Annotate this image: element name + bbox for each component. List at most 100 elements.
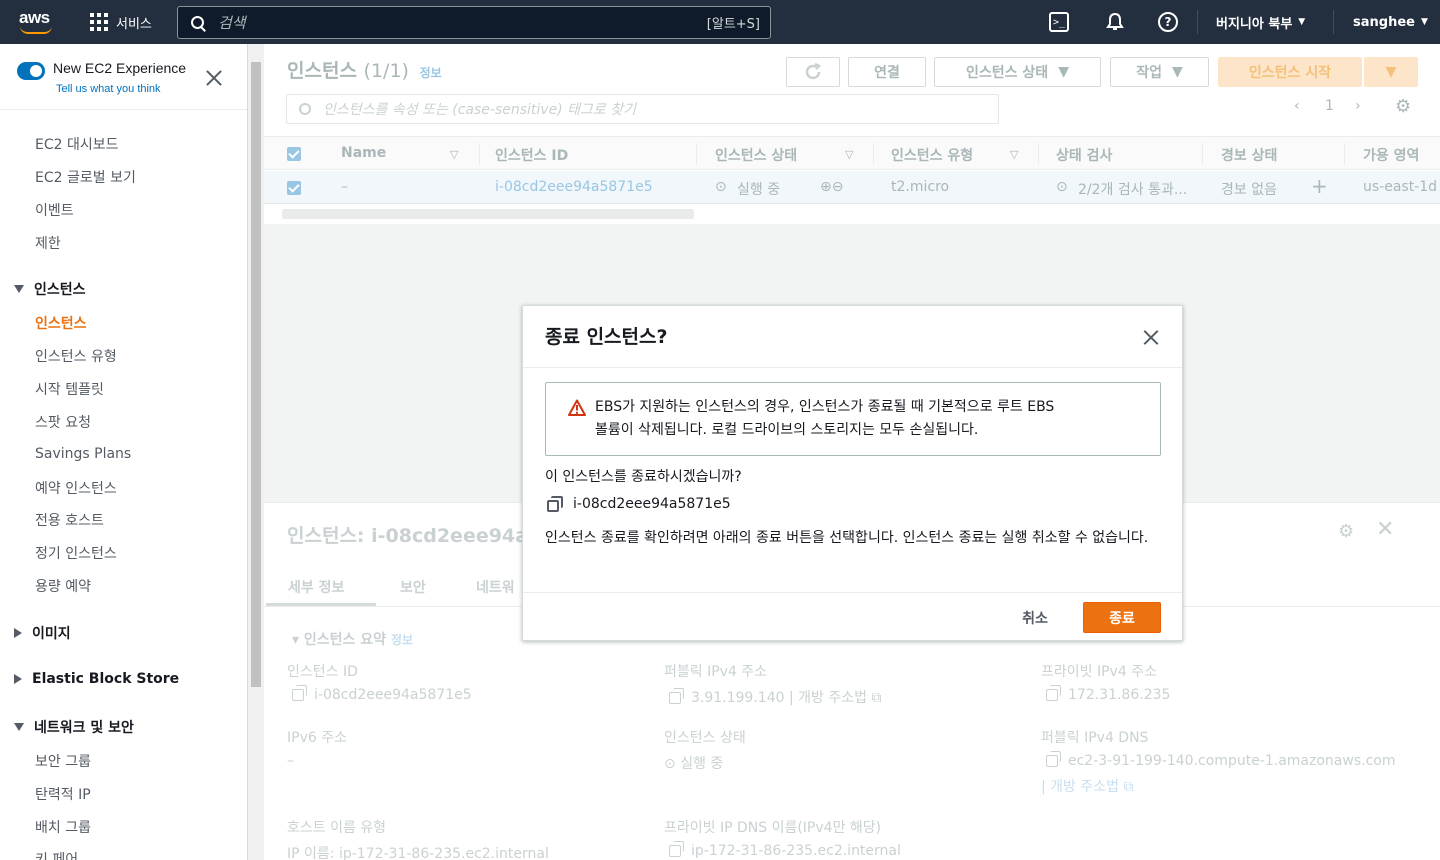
copy-icon[interactable] (669, 841, 684, 857)
sidebar-item-scheduled-instances[interactable]: 정기 인스턴스 (35, 543, 117, 563)
column-header-instance-type[interactable]: 인스턴스 유형 (891, 145, 973, 165)
notification-bell-icon[interactable] (1104, 11, 1126, 33)
sidebar-item-elastic-ip[interactable]: 탄력적 IP (35, 784, 91, 804)
column-header-alarm-status[interactable]: 경보 상태 (1221, 145, 1277, 165)
sidebar-item-reserved-instances[interactable]: 예약 인스턴스 (35, 478, 117, 498)
search-input[interactable] (218, 13, 688, 32)
sidebar-item-dedicated-hosts[interactable]: 전용 호스트 (35, 510, 104, 530)
next-page-icon[interactable]: › (1355, 98, 1361, 114)
connect-button[interactable]: 연결 (848, 57, 926, 87)
label-public-ip: 퍼블릭 IPv4 주소 (664, 664, 768, 680)
tab-details[interactable]: 세부 정보 (288, 577, 344, 597)
new-experience-toggle[interactable] (17, 62, 45, 80)
cancel-button[interactable]: 취소 (1007, 603, 1063, 633)
refresh-button[interactable] (786, 57, 840, 87)
cell-alarm-status: 경보 없음 (1221, 182, 1277, 198)
settings-gear-icon[interactable]: ⚙ (1395, 96, 1411, 117)
launch-label: 인스턴스 시작 (1248, 65, 1332, 81)
open-address-text[interactable]: | 개방 주소법 (1041, 779, 1119, 795)
column-header-instance-id[interactable]: 인스턴스 ID (495, 145, 568, 165)
close-icon[interactable] (1141, 328, 1161, 348)
sidebar-item-ec2-dashboard[interactable]: EC2 대시보드 (35, 134, 119, 154)
caret-down-icon: ▼ (1420, 17, 1428, 27)
sidebar-section-instances[interactable]: 인스턴스 (14, 279, 86, 299)
sidebar-section-images[interactable]: 이미지 (14, 623, 71, 643)
aws-logo[interactable]: aws (19, 8, 55, 36)
cell-instance-id[interactable]: i-08cd2eee94a5871e5 (495, 179, 653, 195)
launch-dropdown-button[interactable]: ▼ (1364, 57, 1418, 87)
copy-icon[interactable] (1046, 751, 1061, 767)
sort-icon[interactable]: ▽ (450, 148, 458, 161)
close-icon[interactable] (204, 68, 224, 88)
actions-button[interactable]: 작업 ▼ (1110, 57, 1209, 87)
column-header-instance-state[interactable]: 인스턴스 상태 (715, 145, 797, 165)
external-link-icon[interactable]: ⧉ (1123, 779, 1133, 795)
confirm-question: 이 인스턴스를 종료하시겠습니까? (545, 469, 742, 485)
copy-icon[interactable] (547, 496, 563, 512)
private-ip-text: 172.31.86.235 (1068, 687, 1171, 703)
copy-icon[interactable] (1046, 685, 1061, 701)
running-check-icon: ⊙ (715, 179, 727, 195)
column-header-availability-zone[interactable]: 가용 영역 (1363, 145, 1419, 165)
terminate-button[interactable]: 종료 (1083, 602, 1161, 633)
sidebar-item-placement-groups[interactable]: 배치 그룹 (35, 817, 91, 837)
copy-icon[interactable] (292, 685, 307, 701)
filter-input[interactable]: 인스턴스를 속성 또는 (case-sensitive) 태그로 찾기 (286, 94, 999, 124)
sidebar-section-network[interactable]: 네트워크 및 보안 (14, 717, 134, 737)
select-all-checkbox[interactable] (287, 147, 301, 161)
instance-state-button[interactable]: 인스턴스 상태 ▼ (934, 57, 1101, 87)
close-icon[interactable]: ✕ (1376, 517, 1394, 542)
sidebar-item-limits[interactable]: 제한 (35, 233, 61, 253)
settings-gear-icon[interactable]: ⚙ (1338, 521, 1354, 542)
sidebar-item-security-groups[interactable]: 보안 그룹 (35, 751, 91, 771)
sidebar-item-global-view[interactable]: EC2 글로벌 보기 (35, 167, 136, 187)
table-horizontal-scrollbar[interactable] (282, 209, 694, 219)
sort-icon[interactable]: ▽ (845, 148, 853, 161)
account-menu[interactable]: sanghee ▼ (1353, 0, 1428, 44)
add-alarm-icon[interactable]: + (1311, 174, 1328, 198)
launch-instance-button[interactable]: 인스턴스 시작 (1218, 57, 1362, 87)
cell-status-check[interactable]: 2/2개 검사 통과... (1078, 179, 1187, 199)
sidebar-item-launch-templates[interactable]: 시작 템플릿 (35, 379, 104, 399)
help-icon[interactable]: ? (1158, 12, 1178, 32)
copy-icon[interactable] (669, 688, 684, 704)
sort-icon[interactable]: ▽ (1010, 148, 1018, 161)
info-link[interactable]: 정보 (420, 66, 442, 80)
row-checkbox[interactable] (287, 181, 301, 195)
label-public-dns: 퍼블릭 IPv4 DNS (1041, 730, 1149, 746)
sidebar-scrollbar[interactable] (248, 44, 264, 860)
new-experience-toggle-row: New EC2 Experience (17, 60, 186, 80)
prev-page-icon[interactable]: ‹ (1294, 98, 1300, 114)
sidebar-item-instances[interactable]: 인스턴스 (35, 313, 87, 333)
instance-state-label: 인스턴스 상태 (966, 65, 1049, 81)
tab-security[interactable]: 보안 (400, 577, 426, 597)
sidebar-item-instance-types[interactable]: 인스턴스 유형 (35, 346, 117, 366)
services-menu-button[interactable]: 서비스 (90, 0, 152, 44)
sidebar-item-key-pairs[interactable]: 키 페어 (35, 849, 78, 860)
label-hostname-type: 호스트 이름 유형 (287, 820, 387, 836)
sidebar-section-ebs[interactable]: Elastic Block Store (14, 671, 179, 687)
region-selector[interactable]: 버지니아 북부 ▼ (1216, 0, 1305, 44)
public-dns-open-link[interactable]: | 개방 주소법 ⧉ (1041, 776, 1133, 796)
sidebar-item-capacity-reservations[interactable]: 용량 예약 (35, 576, 91, 596)
page-number[interactable]: 1 (1325, 98, 1334, 114)
external-link-icon[interactable]: ⧉ (871, 690, 881, 706)
connect-label: 연결 (874, 65, 900, 81)
sidebar-item-savings-plans[interactable]: Savings Plans (35, 446, 131, 462)
feedback-link[interactable]: Tell us what you think (56, 83, 161, 95)
tab-networking[interactable]: 네트워 (476, 577, 515, 597)
column-separator (1038, 143, 1039, 165)
section-instance-summary[interactable]: ▾ 인스턴스 요약 정보 (292, 629, 413, 649)
scrollbar-thumb[interactable] (251, 62, 261, 687)
aws-logo-text: aws (19, 8, 50, 27)
info-link[interactable]: 정보 (391, 633, 413, 647)
global-search[interactable]: [알트+S] (177, 6, 771, 39)
column-header-status-check[interactable]: 상태 검사 (1056, 145, 1112, 165)
zoom-icons[interactable]: ⊕⊖ (820, 179, 843, 195)
table-row[interactable]: – i-08cd2eee94a5871e5 ⊙ 실행 중 ⊕⊖ t2.micro… (264, 171, 1440, 204)
cloudshell-icon[interactable]: >_ (1049, 12, 1069, 32)
public-ip-text[interactable]: 3.91.199.140 | 개방 주소법 (691, 690, 867, 706)
sidebar-item-events[interactable]: 이벤트 (35, 200, 74, 220)
sidebar-item-spot-requests[interactable]: 스팟 요청 (35, 412, 91, 432)
column-header-name[interactable]: Name (341, 145, 386, 161)
